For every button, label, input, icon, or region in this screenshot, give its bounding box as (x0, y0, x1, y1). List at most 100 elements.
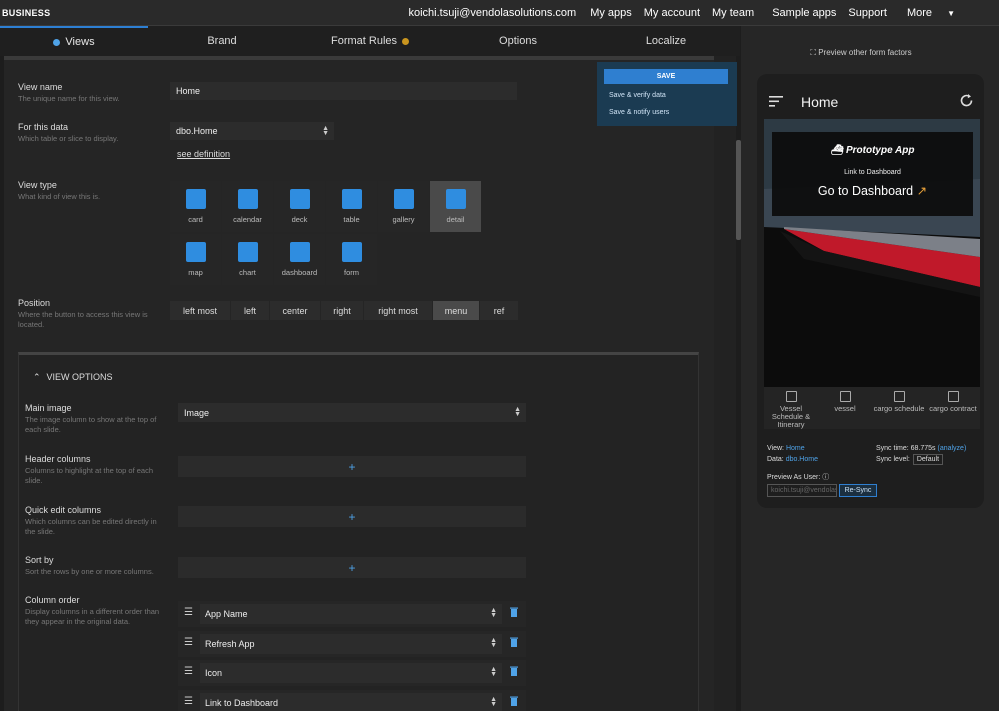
view-type-gallery[interactable]: gallery (378, 181, 429, 232)
phone-preview: Home ⛴ Prototype App Link to Dashboard G… (757, 74, 984, 508)
nav-vessel[interactable]: vessel (818, 387, 872, 429)
tab-format-rules[interactable]: Format Rules (296, 26, 444, 56)
column-select[interactable]: Refresh App ▲ ▼ (200, 634, 502, 654)
table-icon (341, 189, 362, 209)
add-quick-edit-column-button[interactable]: + (178, 506, 526, 527)
view-type-card[interactable]: card (170, 181, 221, 232)
select-arrows-icon: ▲ ▼ (490, 607, 497, 619)
refresh-icon[interactable] (959, 93, 974, 108)
preview-other-form-factors[interactable]: ⛶ Preview other form factors (741, 48, 981, 58)
preview-panel: ⛶ Preview other form factors Home ⛴ Prot… (741, 26, 999, 711)
view-name-input[interactable]: Home (170, 82, 517, 100)
view-options-header[interactable]: ⌃ VIEW OPTIONS (33, 372, 113, 383)
table-select[interactable]: dbo.Home ▲ ▼ (170, 122, 334, 140)
resync-button[interactable]: Re-Sync (839, 484, 877, 497)
position-right-most[interactable]: right most (364, 301, 432, 320)
drag-handle-icon[interactable]: ☰ (184, 637, 193, 648)
view-type-detail[interactable]: detail (430, 181, 481, 232)
save-button[interactable]: SAVE (604, 69, 728, 84)
select-arrows-icon: ▲ ▼ (490, 637, 497, 649)
save-verify-option[interactable]: Save & verify data (609, 92, 666, 99)
ship-image: ⛴ Prototype App Link to Dashboard Go to … (764, 119, 980, 387)
position-right[interactable]: right (321, 301, 363, 320)
position-left[interactable]: left (231, 301, 269, 320)
title-overlay: ⛴ Prototype App Link to Dashboard Go to … (772, 132, 973, 216)
select-arrows-icon: ▲ ▼ (514, 406, 521, 418)
analyze-link[interactable]: (analyze) (937, 445, 966, 452)
editor-scroll-track (714, 56, 736, 711)
tab-localize[interactable]: Localize (592, 26, 740, 56)
view-type-dashboard[interactable]: dashboard (274, 234, 325, 285)
trash-icon[interactable] (510, 696, 518, 706)
support-link[interactable]: Support (848, 7, 887, 19)
tab-options[interactable]: Options (444, 26, 592, 56)
trash-icon[interactable] (510, 637, 518, 647)
calendar-icon (893, 391, 905, 402)
user-email[interactable]: koichi.tsuji@vendolasolutions.com (408, 7, 576, 19)
sort-by-label: Sort by Sort the rows by one or more colu… (25, 555, 154, 576)
position-center[interactable]: center (270, 301, 320, 320)
link-label: Link to Dashboard (844, 169, 901, 176)
help-icon[interactable]: ⓘ (822, 474, 829, 481)
nav-cargo-contract[interactable]: cargo contract (926, 387, 980, 429)
more-menu[interactable]: More ▼ (907, 7, 955, 19)
quick-edit-label: Quick edit columns Which columns can be e… (25, 505, 157, 536)
tab-label: Views (65, 36, 95, 48)
see-definition-link[interactable]: see definition (177, 149, 230, 159)
sync-level-select[interactable]: Default (912, 454, 944, 465)
view-type-table[interactable]: table (326, 181, 377, 232)
column-select[interactable]: App Name ▲ ▼ (200, 604, 502, 624)
drag-handle-icon[interactable]: ☰ (184, 666, 193, 677)
top-bar: BUSINESS koichi.tsuji@vendolasolutions.c… (0, 0, 999, 26)
drag-handle-icon[interactable]: ☰ (184, 696, 193, 707)
calendar-icon (237, 189, 258, 209)
trash-icon[interactable] (510, 666, 518, 676)
nav-cargo-schedule[interactable]: cargo schedule (872, 387, 926, 429)
view-type-calendar[interactable]: calendar (222, 181, 273, 232)
tab-label: Format Rules (330, 35, 398, 47)
view-name-label: View name The unique name for this view. (18, 82, 120, 103)
view-type-map[interactable]: map (170, 234, 221, 285)
main-image-value: Image (184, 407, 210, 418)
phone-header: Home (764, 84, 980, 120)
nav-vessel-schedule[interactable]: Vessel Schedule & Itinerary (764, 387, 818, 429)
view-type-chart[interactable]: chart (222, 234, 273, 285)
view-type-deck[interactable]: deck (274, 181, 325, 232)
column-select[interactable]: Link to Dashboard ▲ ▼ (200, 693, 502, 711)
position-menu[interactable]: menu (433, 301, 479, 320)
view-options-panel: ⌃ VIEW OPTIONS Main image The image column… (18, 352, 699, 711)
tab-label: Options (499, 35, 537, 47)
view-editor: View name The unique name for this view. … (4, 56, 714, 711)
hamburger-menu-icon[interactable] (769, 96, 783, 107)
tab-views[interactable]: Views (0, 26, 148, 56)
tab-brand[interactable]: Brand (148, 26, 296, 56)
form-icon (341, 242, 362, 262)
add-header-column-button[interactable]: + (178, 456, 526, 477)
trash-icon[interactable] (510, 607, 518, 617)
main-image-select[interactable]: Image ▲ ▼ (178, 403, 526, 422)
column-select[interactable]: Icon ▲ ▼ (200, 663, 502, 683)
chart-icon (237, 242, 258, 262)
my-account-link[interactable]: My account (644, 7, 700, 19)
sample-apps-link[interactable]: Sample apps (772, 7, 836, 19)
more-label: More (906, 6, 933, 19)
save-notify-option[interactable]: Save & notify users (609, 109, 669, 116)
tab-label: Localize (645, 35, 687, 47)
top-nav: koichi.tsuji@vendolasolutions.com My app… (408, 7, 999, 19)
my-apps-link[interactable]: My apps (590, 7, 632, 19)
position-ref[interactable]: ref (480, 301, 518, 320)
drag-handle-icon[interactable]: ☰ (184, 607, 193, 618)
column-order-label: Column order Display columns in a differe… (25, 595, 160, 626)
add-sort-button[interactable]: + (178, 557, 526, 578)
preview-user-input[interactable]: koichi.tsuji@vendolasolutions.com (767, 484, 837, 497)
view-type-form[interactable]: form (326, 234, 377, 285)
deck-icon (289, 189, 310, 209)
my-team-link[interactable]: My team (712, 7, 754, 19)
header-columns-label: Header columns Columns to highlight at th… (25, 454, 153, 485)
phone-title: Home (801, 94, 839, 110)
tab-label: Brand (207, 35, 237, 47)
warning-dot-icon (402, 37, 410, 45)
position-left-most[interactable]: left most (170, 301, 230, 320)
go-dashboard-link[interactable]: Go to Dashboard ↗ (772, 183, 973, 198)
brand-logo[interactable]: BUSINESS (2, 8, 50, 18)
